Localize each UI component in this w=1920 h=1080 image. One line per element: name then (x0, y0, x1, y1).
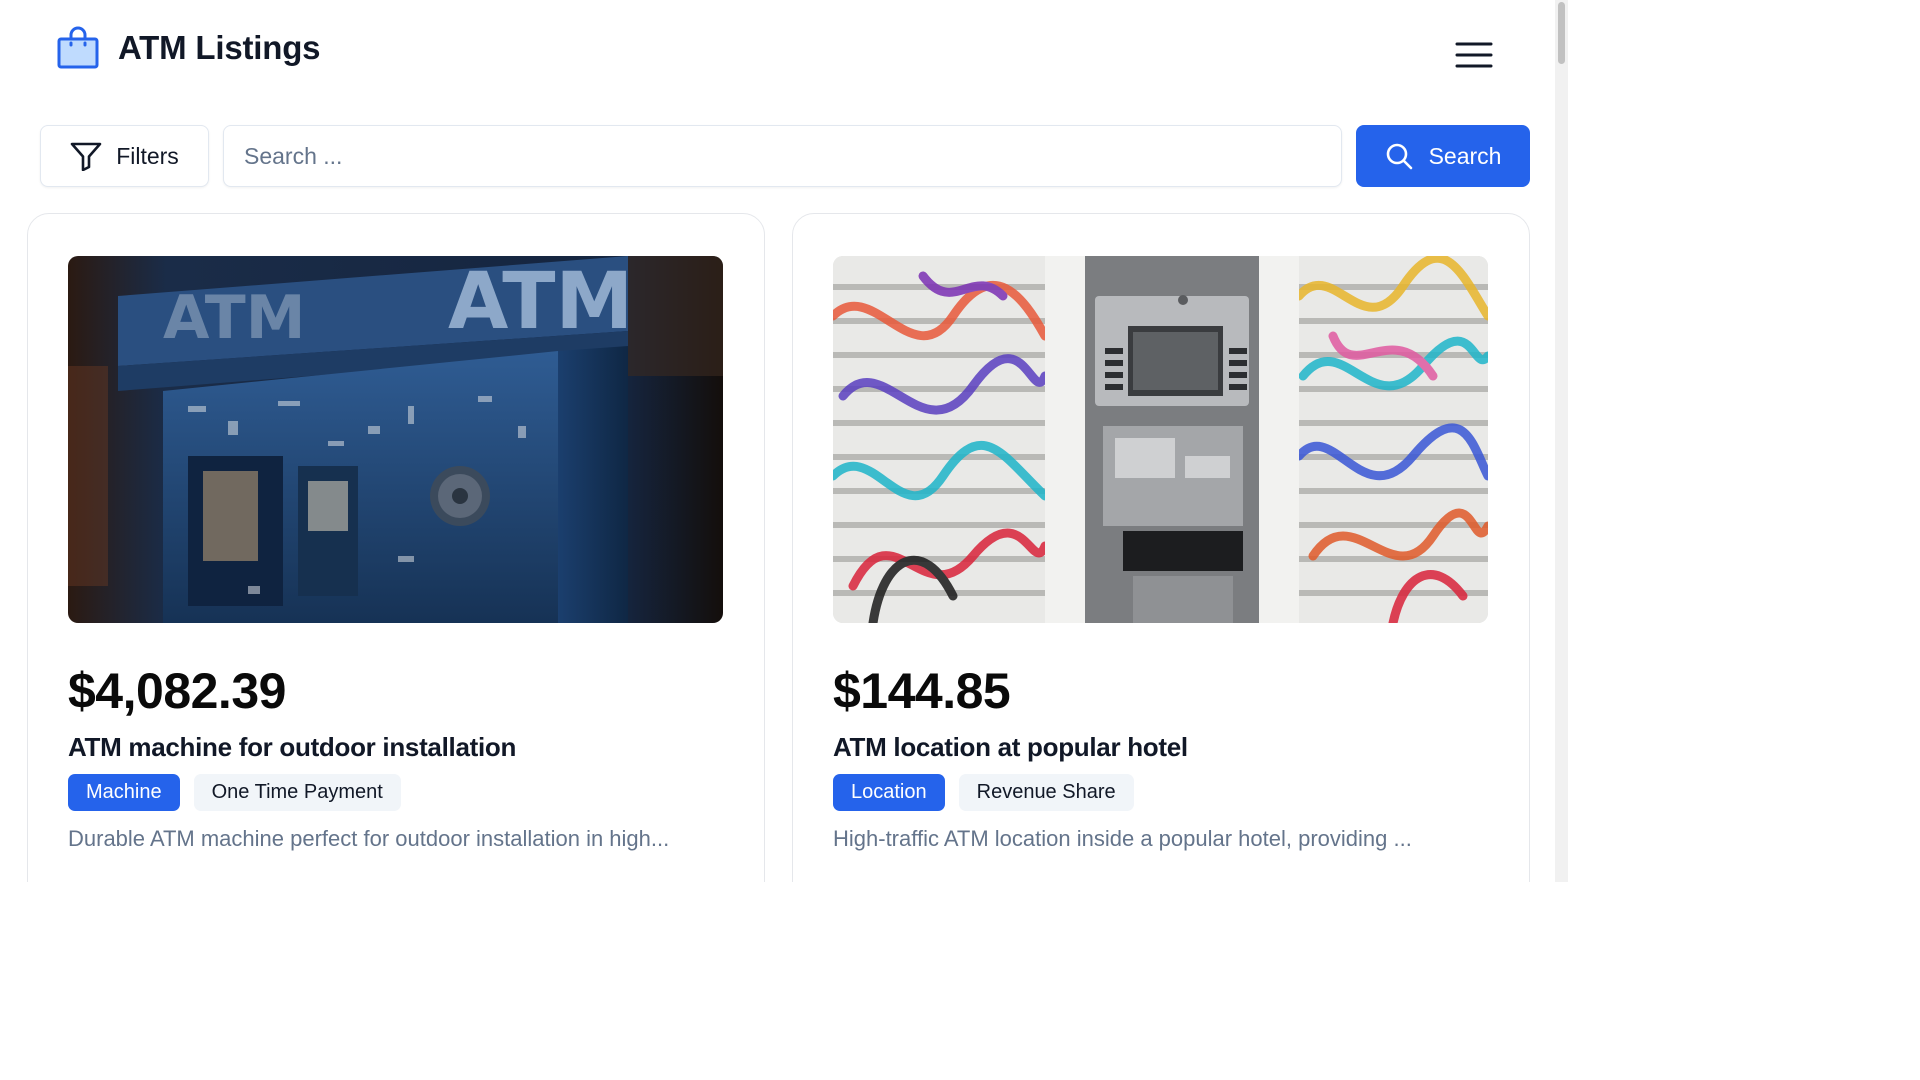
listing-tags: Machine One Time Payment (68, 774, 401, 811)
svg-text:ATM: ATM (163, 283, 305, 353)
search-input[interactable] (223, 125, 1342, 187)
page-scrollbar[interactable] (1555, 0, 1568, 882)
listing-image[interactable] (833, 256, 1488, 623)
page: ATM Listings Filters Search ... Search A… (0, 0, 1568, 882)
blue-outdoor-atm-photo: ATM ATM (68, 256, 723, 623)
listing-card[interactable]: ATM ATM $4,082.39 ATM machine for outdoo… (27, 213, 765, 882)
shopping-bag-icon (57, 26, 99, 69)
category-tag: Machine (68, 774, 180, 811)
hamburger-menu-icon (1455, 42, 1493, 68)
graffiti-wall-atm-photo (833, 256, 1488, 623)
listing-price: $4,082.39 (68, 663, 286, 719)
menu-button[interactable] (1450, 36, 1498, 74)
payment-type-tag: Revenue Share (958, 774, 1134, 811)
svg-text:ATM: ATM (448, 257, 633, 347)
listing-description: High-traffic ATM location inside a popul… (833, 826, 1412, 851)
category-tag: Location (833, 774, 945, 811)
listing-title[interactable]: ATM location at popular hotel (833, 732, 1188, 763)
payment-type-tag: One Time Payment (193, 774, 401, 811)
search-button-label: Search (1428, 142, 1502, 169)
app-title: ATM Listings (118, 29, 321, 66)
scrollbar-thumb[interactable] (1558, 2, 1565, 64)
search-toolbar: Filters Search (40, 125, 1530, 187)
search-icon (1386, 143, 1412, 170)
listing-title[interactable]: ATM machine for outdoor installation (68, 732, 516, 763)
filters-label: Filters (116, 142, 179, 169)
header: ATM Listings (0, 0, 1555, 110)
listing-description: Durable ATM machine perfect for outdoor … (68, 826, 670, 851)
listing-image[interactable]: ATM ATM (68, 256, 723, 623)
listing-tags: Location Revenue Share (833, 774, 1134, 811)
filter-funnel-icon (70, 142, 102, 171)
search-button[interactable]: Search (1356, 125, 1530, 187)
brand[interactable]: ATM Listings (56, 26, 321, 70)
listing-price: $144.85 (833, 663, 1011, 719)
listing-card[interactable]: $144.85 ATM location at popular hotel Lo… (792, 213, 1530, 882)
filters-button[interactable]: Filters (40, 125, 209, 187)
